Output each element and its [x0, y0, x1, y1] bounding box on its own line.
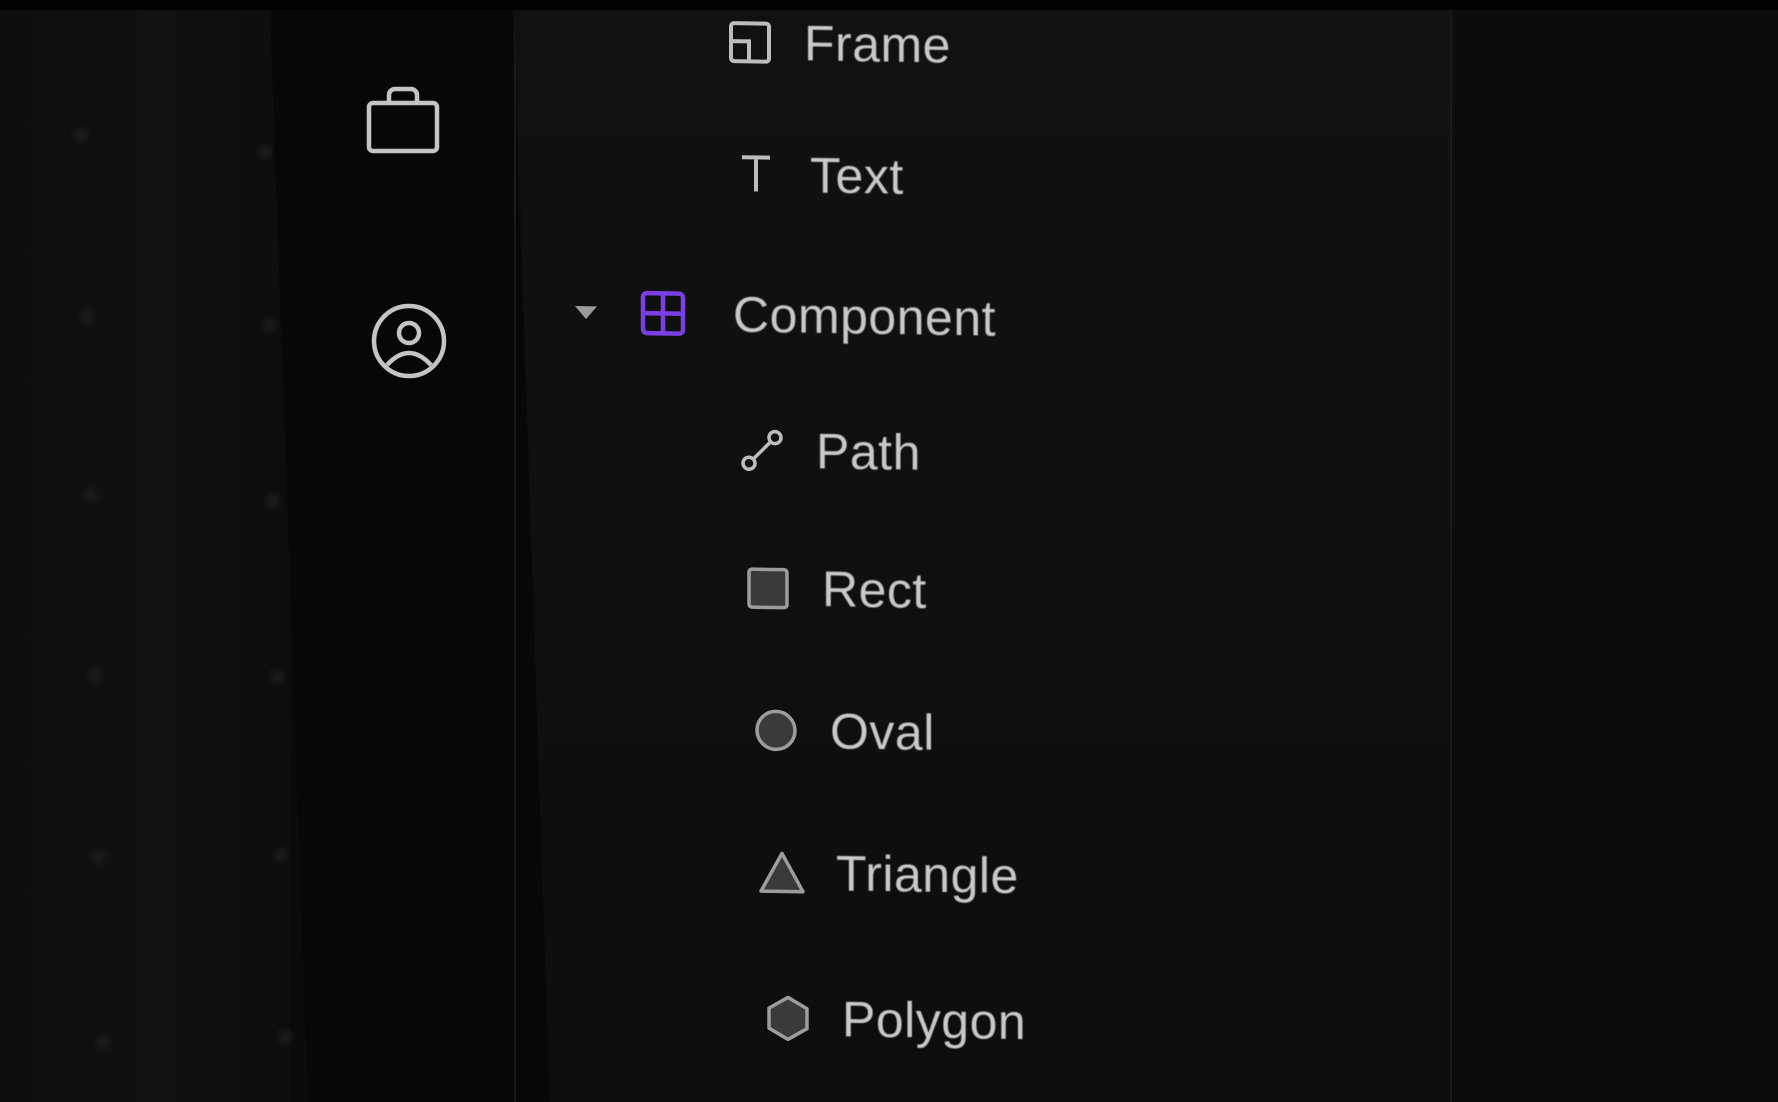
component-icon	[637, 287, 689, 340]
layer-label: Component	[733, 286, 996, 347]
shop-button[interactable]	[360, 76, 446, 162]
icon-rail	[270, 10, 550, 1102]
layer-item-component[interactable]: Component	[575, 270, 996, 361]
layer-label: Triangle	[836, 845, 1019, 905]
oval-icon	[750, 704, 802, 757]
shopping-bag-icon	[363, 79, 443, 159]
canvas-dot	[96, 1035, 110, 1049]
canvas-dot	[84, 488, 98, 502]
layer-label: Frame	[804, 15, 951, 74]
layers-panel	[514, 10, 1530, 1102]
triangle-icon	[756, 846, 808, 899]
text-icon	[730, 148, 782, 201]
rect-icon	[742, 562, 794, 615]
polygon-icon	[762, 992, 814, 1045]
properties-area	[1450, 10, 1778, 1102]
canvas-dot	[88, 668, 102, 682]
layer-label: Polygon	[842, 991, 1027, 1051]
profile-button[interactable]	[366, 298, 452, 384]
canvas-area[interactable]	[0, 10, 292, 1102]
layer-label: Oval	[830, 703, 935, 761]
layer-item-text[interactable]: Text	[730, 132, 904, 219]
user-circle-icon	[369, 301, 449, 381]
canvas-dot	[74, 128, 88, 142]
panel-divider	[514, 10, 516, 1102]
frame-icon	[724, 16, 776, 69]
canvas-dot	[92, 850, 106, 864]
canvas-dot	[262, 318, 276, 332]
layer-item-oval[interactable]: Oval	[750, 688, 935, 775]
layer-label: Text	[810, 147, 904, 205]
canvas-dot	[266, 494, 280, 508]
layer-item-frame[interactable]: Frame	[724, 0, 951, 88]
layer-label: Path	[816, 423, 921, 481]
canvas-dot	[80, 310, 94, 324]
canvas-dot	[274, 848, 288, 862]
path-icon	[736, 424, 788, 477]
app-window: Frame Text Component Path Rect Oval Tria…	[0, 0, 1778, 1102]
layer-label: Rect	[822, 561, 927, 619]
layer-item-triangle[interactable]: Triangle	[756, 830, 1019, 918]
canvas-dot	[270, 670, 284, 684]
expand-caret-icon[interactable]	[575, 305, 597, 319]
canvas-dot	[278, 1030, 292, 1044]
layer-item-rect[interactable]: Rect	[742, 546, 927, 633]
canvas-dot	[258, 145, 272, 159]
layer-item-path[interactable]: Path	[736, 408, 921, 495]
panel-divider	[1450, 10, 1452, 1102]
layer-item-polygon[interactable]: Polygon	[762, 976, 1026, 1064]
